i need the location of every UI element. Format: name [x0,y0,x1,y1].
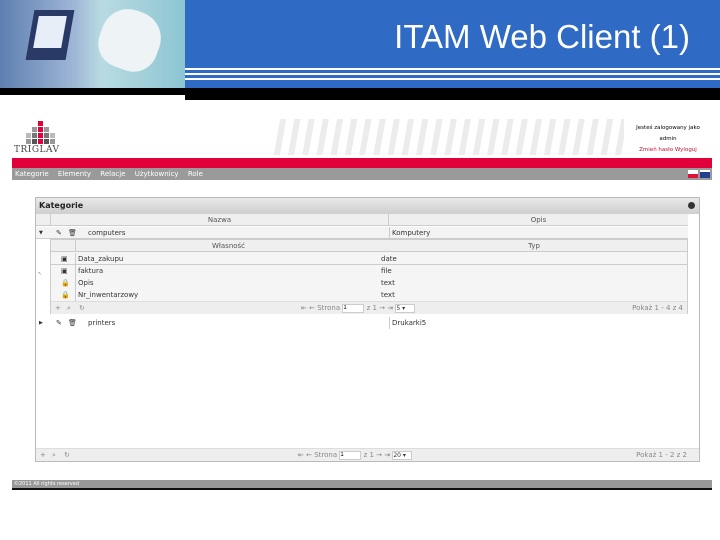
pager-summary: Pokaż 1 - 2 z 2 [636,451,687,459]
collapse-row-icon[interactable]: ▼ [39,227,43,239]
polish-flag-icon[interactable] [688,170,698,178]
list-item[interactable]: ▣ faktura file [51,265,687,277]
nav-kategorie[interactable]: Kategorie [15,170,49,178]
header-decoration [272,119,624,155]
edit-icon[interactable]: ✎ [56,317,62,329]
login-info: Jesteś zalogowany jako admin Zmień hasło… [624,123,712,156]
refresh-icon[interactable]: ↻ [64,449,70,461]
properties-subgrid: Własność Typ ▣ Data_zakupu date ▣ faktura fi… [50,239,688,314]
username: admin [659,136,677,142]
lock-icon: 🔒 [61,279,70,287]
main-nav: Kategorie Elementy Relacje Użytkownicy R… [12,168,712,180]
grid-header: Kategorie [36,198,699,214]
divider [185,88,720,100]
column-wlasnosc[interactable]: Własność [75,240,381,252]
pager-summary: Pokaż 1 - 4 z 4 [632,304,683,312]
subgrid-indicator-icon: ↖ [38,271,43,277]
column-opis[interactable]: Opis [388,214,688,226]
grid-title: Kategorie [39,201,84,210]
subgrid-pager: + ⌕ ↻ ⇤ ← Strona z 1 → ⇥ 5 ▾ Pokaż 1 - 4… [51,301,687,314]
page-size-select[interactable]: 20 ▾ [392,450,413,460]
add-icon[interactable]: + [40,449,46,461]
search-icon[interactable]: ⌕ [67,302,71,314]
triglav-logo: TRIGLAV [14,119,64,159]
property-icon: ▣ [61,267,68,275]
subgrid-headers: Własność Typ [51,240,687,252]
header-photo [0,0,185,88]
page-input[interactable] [339,450,362,460]
row-name: computers [88,229,126,237]
nav-elementy[interactable]: Elementy [58,170,91,178]
column-typ[interactable]: Typ [381,240,687,252]
table-row[interactable]: ▶ ✎ 🗑 printers Drukarki5 [36,317,688,329]
grid-pager: + ⌕ ↻ ⇤ ← Strona z 1 → ⇥ 20 ▾ Pokaż 1 - … [36,448,699,461]
laptop-screen [33,16,67,48]
nav-relacje[interactable]: Relacje [100,170,125,178]
account-links[interactable]: Zmień hasło Wyloguj [624,145,712,156]
nav-uzytkownicy[interactable]: Użytkownicy [135,170,179,178]
list-item[interactable]: 🔒 Nr_inwentarzowy text [51,289,687,301]
lock-icon: 🔒 [61,291,70,299]
red-bar [12,158,712,168]
row-name: printers [88,319,116,327]
language-flags [686,170,710,189]
delete-icon[interactable]: 🗑 [68,317,77,329]
app-screenshot: TRIGLAV Jesteś zalogowany jako admin Zmi… [12,117,712,490]
property-icon: ▣ [61,255,68,263]
search-icon[interactable]: ⌕ [52,449,56,461]
column-headers: Nazwa Opis [36,214,688,226]
page-input[interactable] [342,303,365,313]
list-item[interactable]: 🔒 Opis text [51,277,687,289]
column-nazwa[interactable]: Nazwa [50,214,388,226]
categories-grid: Kategorie Nazwa Opis ▼ ✎ 🗑 computers Kom… [35,197,700,462]
page-size-select[interactable]: 5 ▾ [395,303,416,313]
uk-flag-icon[interactable] [700,170,710,178]
pager-controls: ⇤ ← Strona z 1 → ⇥ 5 ▾ [301,302,416,314]
expand-row-icon[interactable]: ▶ [39,317,43,329]
nav-role[interactable]: Role [188,170,203,178]
delete-icon[interactable]: 🗑 [68,227,77,239]
list-item[interactable]: ▣ Data_zakupu date [51,253,687,265]
add-icon[interactable]: + [55,302,61,314]
edit-icon[interactable]: ✎ [56,227,62,239]
row-desc: Komputery [389,227,430,239]
refresh-icon[interactable]: ↻ [79,302,85,314]
mouse-image [91,1,169,79]
divider [12,488,712,490]
row-desc: Drukarki5 [389,317,426,329]
divider [0,88,185,95]
table-row[interactable]: ▼ ✎ 🗑 computers Komputery [36,227,688,239]
collapse-icon[interactable] [688,202,695,209]
pager-controls: ⇤ ← Strona z 1 → ⇥ 20 ▾ [298,449,413,461]
footer: ©2011 All rights reserved [12,480,712,488]
slide-title: ITAM Web Client (1) [394,18,690,55]
